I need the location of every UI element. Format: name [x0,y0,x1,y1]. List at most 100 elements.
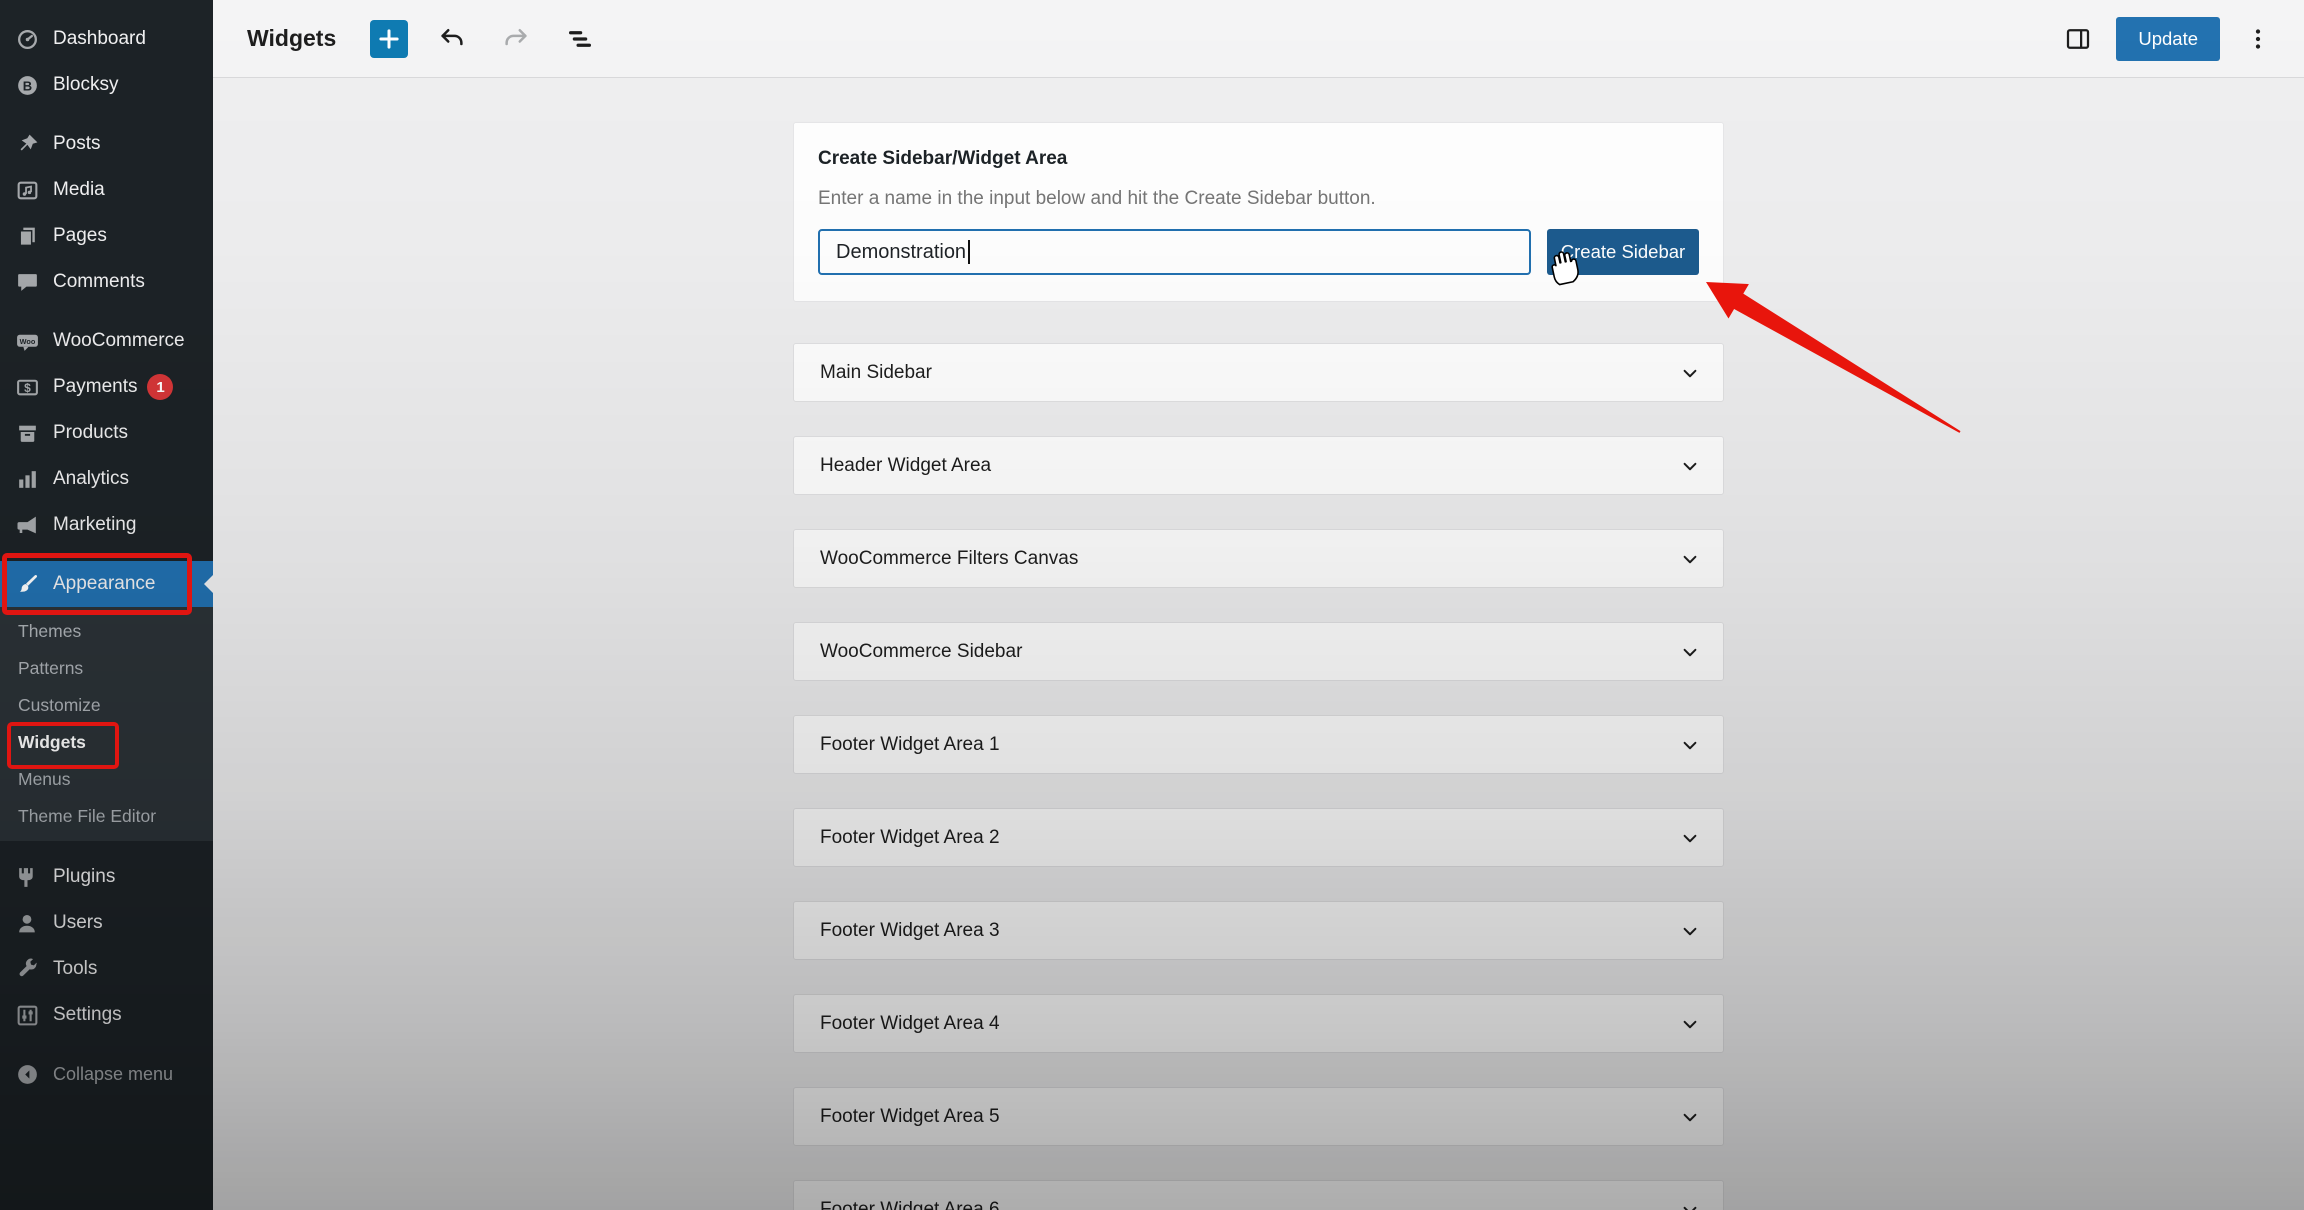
widget-area-panel-footer-widget-area-4[interactable]: Footer Widget Area 4 [793,994,1724,1053]
widget-area-title: Footer Widget Area 3 [820,920,1000,942]
sidebar-subitem-label: Widgets [18,732,86,753]
chevron-down-icon[interactable] [1677,825,1703,851]
sidebar-subitem-menus[interactable]: Menus [0,761,213,798]
sidebar-item-analytics[interactable]: Analytics [0,456,213,502]
options-icon [2243,24,2273,54]
content-column: Create Sidebar/Widget Area Enter a name … [793,78,1724,1210]
sidebar-item-woocommerce[interactable]: Woo WooCommerce [0,318,213,364]
add-block-button[interactable] [370,20,408,58]
sidebar-item-products[interactable]: Products [0,410,213,456]
redo-icon [501,24,531,54]
editor-header-left: Widgets [247,19,600,59]
sidebar-item-collapse-menu[interactable]: Collapse menu [0,1051,213,1097]
sidebar-item-media[interactable]: Media [0,167,213,213]
chevron-down-icon[interactable] [1677,1104,1703,1130]
blocksy-icon: B [15,73,40,98]
chevron-down-icon[interactable] [1677,639,1703,665]
pages-icon [15,224,40,249]
sidebar-item-label: Settings [53,1004,122,1026]
widget-area-panel-footer-widget-area-6[interactable]: Footer Widget Area 6 [793,1180,1724,1210]
widgets-editor: Widgets [213,0,2304,1210]
chevron-down-icon[interactable] [1677,918,1703,944]
sidebar-item-comments[interactable]: Comments [0,259,213,305]
collapse-icon [15,1062,40,1087]
appearance-submenu: Themes Patterns Customize Widgets MenusTheme… [0,607,213,841]
sidebar-item-label: Appearance [53,573,155,595]
widget-area-panel-footer-widget-area-1[interactable]: Footer Widget Area 1 [793,715,1724,774]
sidebar-item-label: Payments [53,376,137,398]
editor-content: Create Sidebar/Widget Area Enter a name … [213,78,2304,1210]
chevron-down-icon[interactable] [1677,1011,1703,1037]
chevron-down-icon[interactable] [1677,453,1703,479]
menu-group: Posts Media Pages Comments [0,121,213,305]
widget-area-panel-woocommerce-filters-canvas[interactable]: WooCommerce Filters Canvas [793,529,1724,588]
sidebar-subitem-label: Patterns [18,658,83,679]
page-title: Widgets [247,25,336,52]
sidebar-item-label: Media [53,179,105,201]
create-sidebar-button[interactable]: Create Sidebar [1547,229,1699,275]
widget-area-panel-woocommerce-sidebar[interactable]: WooCommerce Sidebar [793,622,1724,681]
sidebar-subitem-customize[interactable]: Customize [0,687,213,724]
sidebar-item-label: Blocksy [53,74,118,96]
sidebar-item-pages[interactable]: Pages [0,213,213,259]
update-button[interactable]: Update [2116,17,2220,61]
sidebar-subitem-themes[interactable]: Themes [0,613,213,650]
sidebar-item-label: Collapse menu [53,1064,173,1085]
widget-area-title: Footer Widget Area 4 [820,1013,1000,1035]
options-menu-button[interactable] [2238,19,2278,59]
tools-icon [15,957,40,982]
menu-group: Collapse menu [0,1051,213,1097]
sidebar-item-label: Tools [53,958,97,980]
settings-sidebar-button[interactable] [2058,19,2098,59]
sidebar-item-blocksy[interactable]: B Blocksy [0,62,213,108]
widget-area-panel-header-widget-area[interactable]: Header Widget Area [793,436,1724,495]
widget-area-panel-footer-widget-area-5[interactable]: Footer Widget Area 5 [793,1087,1724,1146]
list-view-button[interactable] [560,19,600,59]
widget-area-panel-main-sidebar[interactable]: Main Sidebar [793,343,1724,402]
sidebar-subitem-theme-file-editor[interactable]: Theme File Editor [0,798,213,835]
sidebar-item-payments[interactable]: $Payments1 [0,364,213,410]
sidebar-item-label: Posts [53,133,101,155]
sidebar-name-input[interactable]: Demonstration [818,229,1531,275]
sidebar-subitem-label: Themes [18,621,81,642]
widget-area-list: Main Sidebar Header Widget Area WooCommerc… [793,343,1724,1210]
sidebar-item-label: Dashboard [53,28,146,50]
chevron-down-icon[interactable] [1677,360,1703,386]
add-block-icon [374,24,404,54]
widget-area-title: WooCommerce Filters Canvas [820,548,1078,570]
widget-area-panel-footer-widget-area-3[interactable]: Footer Widget Area 3 [793,901,1724,960]
sidebar-item-label: Pages [53,225,107,247]
redo-button[interactable] [496,19,536,59]
sidebar-item-appearance[interactable]: Appearance [0,561,213,607]
sidebar-subitem-patterns[interactable]: Patterns [0,650,213,687]
chevron-down-icon[interactable] [1677,1197,1703,1210]
widget-area-title: Footer Widget Area 5 [820,1106,1000,1128]
create-sidebar-panel: Create Sidebar/Widget Area Enter a name … [793,122,1724,302]
widget-area-panel-footer-widget-area-2[interactable]: Footer Widget Area 2 [793,808,1724,867]
sidebar-item-users[interactable]: Users [0,900,213,946]
sidebar-item-posts[interactable]: Posts [0,121,213,167]
settings-sidebar-icon [2063,24,2093,54]
sidebar-item-plugins[interactable]: Plugins [0,854,213,900]
chevron-down-icon[interactable] [1677,546,1703,572]
editor-header-right: Update [2058,17,2278,61]
sidebar-item-settings[interactable]: Settings [0,992,213,1038]
sidebar-subitem-widgets[interactable]: Widgets [0,724,213,761]
svg-text:Woo: Woo [20,337,36,346]
marketing-icon [15,513,40,538]
widget-area-title: Footer Widget Area 6 [820,1199,1000,1210]
sidebar-item-tools[interactable]: Tools [0,946,213,992]
admin-sidebar: Dashboard B Blocksy Posts Media Pages Comments… [0,0,213,1210]
products-icon [15,421,40,446]
undo-icon [437,24,467,54]
posts-icon [15,132,40,157]
sidebar-item-dashboard[interactable]: Dashboard [0,16,213,62]
payments-icon: $ [15,375,40,400]
sidebar-item-label: WooCommerce [53,330,185,352]
media-icon [15,178,40,203]
chevron-down-icon[interactable] [1677,732,1703,758]
undo-button[interactable] [432,19,472,59]
woocommerce-icon: Woo [15,329,40,354]
widget-area-title: Footer Widget Area 1 [820,734,1000,756]
sidebar-item-marketing[interactable]: Marketing [0,502,213,548]
